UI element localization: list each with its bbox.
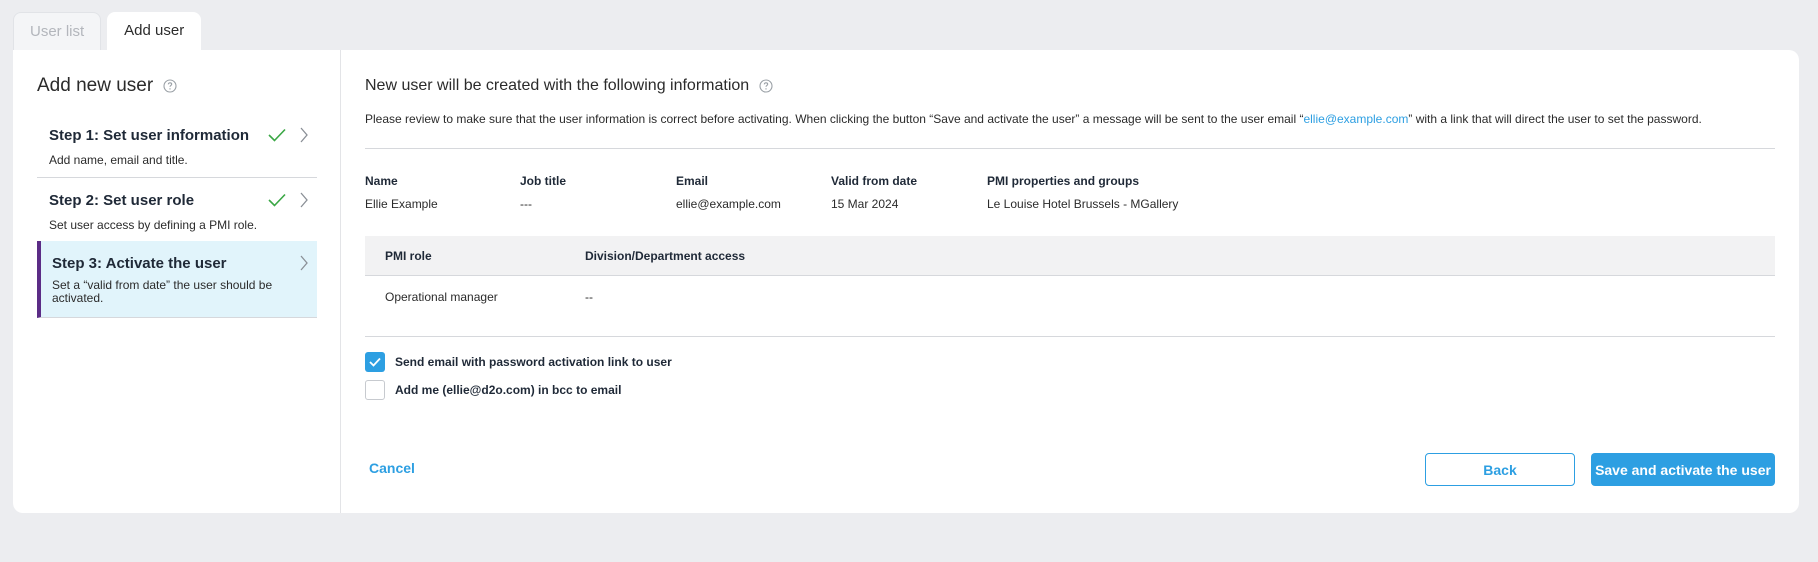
tab-add-user[interactable]: Add user	[107, 12, 202, 50]
info-name-label: Name	[365, 174, 398, 188]
review-title: New user will be created with the follow…	[365, 77, 773, 95]
bcc-checkbox[interactable]	[365, 380, 385, 400]
info-pmi-properties: PMI properties and groups Le Louise Hote…	[987, 174, 1178, 211]
info-pmi-properties-label: PMI properties and groups	[987, 174, 1140, 188]
step-3-title: Step 3: Activate the user	[52, 255, 227, 272]
step-3-description: Set a “valid from date” the user should …	[52, 278, 273, 305]
cell-division-access: --	[585, 290, 593, 304]
help-icon[interactable]	[163, 79, 177, 93]
steps-panel: Add new user Step 1: Set user informatio…	[13, 50, 341, 513]
roles-table-header: PMI role Division/Department access	[365, 236, 1775, 276]
steps-panel-title-text: Add new user	[37, 75, 154, 96]
tab-user-list[interactable]: User list	[13, 12, 102, 50]
column-header-pmi-role: PMI role	[385, 249, 432, 263]
info-job-title-value: ---	[520, 197, 532, 211]
help-icon[interactable]	[759, 79, 773, 93]
step-1-title: Step 1: Set user information	[49, 127, 250, 144]
roles-table: PMI role Division/Department access Oper…	[365, 236, 1775, 316]
divider	[365, 148, 1775, 149]
chevron-right-icon	[299, 191, 309, 209]
chevron-right-icon	[299, 254, 309, 272]
check-icon	[267, 192, 287, 208]
info-valid-from-label: Valid from date	[831, 174, 918, 188]
send-email-checkbox[interactable]	[365, 352, 385, 372]
user-email-link[interactable]: ellie@example.com	[1303, 112, 1408, 126]
info-valid-from: Valid from date 15 Mar 2024	[831, 174, 917, 211]
info-name: Name Ellie Example	[365, 174, 438, 211]
info-valid-from-value: 15 Mar 2024	[831, 197, 899, 211]
back-button[interactable]: Back	[1425, 453, 1575, 486]
send-email-option[interactable]: Send email with password activation link…	[365, 352, 672, 372]
info-email-label: Email	[676, 174, 709, 188]
review-description-text-end: ” with a link that will direct the user …	[1408, 112, 1702, 126]
info-job-title: Job title ---	[520, 174, 566, 211]
review-title-text: New user will be created with the follow…	[365, 77, 750, 94]
step-2-description: Set user access by defining a PMI role.	[49, 218, 258, 232]
table-row: Operational manager --	[365, 276, 1775, 316]
save-and-activate-button[interactable]: Save and activate the user	[1591, 453, 1775, 486]
info-job-title-label: Job title	[520, 174, 567, 188]
column-header-division-access: Division/Department access	[585, 249, 746, 263]
info-pmi-properties-value: Le Louise Hotel Brussels - MGallery	[987, 197, 1179, 211]
check-icon	[267, 127, 287, 143]
bcc-label: Add me (ellie@d2o.com) in bcc to email	[395, 383, 622, 397]
bcc-option[interactable]: Add me (ellie@d2o.com) in bcc to email	[365, 380, 621, 400]
step-2[interactable]: Step 2: Set user role Set user access by…	[37, 178, 317, 243]
cancel-button[interactable]: Cancel	[369, 460, 415, 476]
step-3[interactable]: Step 3: Activate the user Set a “valid f…	[37, 241, 317, 318]
divider	[365, 336, 1775, 337]
review-description-text: Please review to make sure that the user…	[365, 112, 1304, 126]
review-description: Please review to make sure that the user…	[365, 112, 1702, 126]
info-name-value: Ellie Example	[365, 197, 438, 211]
info-email: Email ellie@example.com	[676, 174, 781, 211]
step-1-description: Add name, email and title.	[49, 153, 188, 167]
send-email-label: Send email with password activation link…	[395, 355, 672, 369]
chevron-right-icon	[299, 126, 309, 144]
step-1[interactable]: Step 1: Set user information Add name, e…	[37, 113, 317, 178]
main-card: Add new user Step 1: Set user informatio…	[13, 50, 1799, 513]
steps-panel-title: Add new user	[37, 75, 177, 97]
tab-bar: User list Add user	[13, 12, 202, 50]
info-email-value: ellie@example.com	[676, 197, 781, 211]
cell-pmi-role: Operational manager	[385, 290, 498, 304]
step-2-title: Step 2: Set user role	[49, 192, 195, 209]
